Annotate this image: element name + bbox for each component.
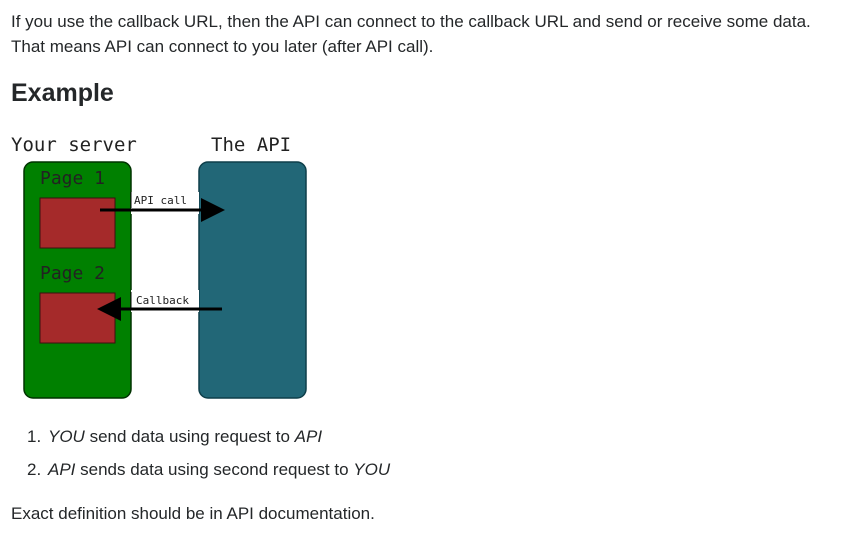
list-number: 1. [27,427,42,446]
list-item: 2. API sends data using second request to… [27,458,390,491]
step-target: YOU [353,460,391,479]
step-actor: API [48,460,76,479]
step-text: send data using request to [84,427,295,446]
step-text: sends data using second request to [75,460,354,479]
page-2-block [39,292,116,344]
page-2-label: Page 2 [40,263,105,284]
api-title: The API [211,134,291,156]
list-number: 2. [27,460,42,479]
page-1-block [39,197,116,249]
page-1-label: Page 1 [40,168,105,189]
step-target: API [294,427,323,446]
section-heading: Example [11,79,114,107]
callback-diagram: Your server The API Page 1 Page 2 API ca… [11,134,307,399]
step-actor: YOU [48,427,85,446]
server-title: Your server [11,134,137,156]
steps-list: 1. YOU send data using request to API 2. A… [27,425,390,491]
list-item: 1. YOU send data using request to API [27,425,390,458]
closing-paragraph: Exact definition should be in API docume… [11,504,375,523]
api-call-label: API call [134,194,187,207]
api-box [198,161,307,399]
callback-label: Callback [136,294,189,307]
intro-paragraph: If you use the callback URL, then the AP… [11,12,811,56]
